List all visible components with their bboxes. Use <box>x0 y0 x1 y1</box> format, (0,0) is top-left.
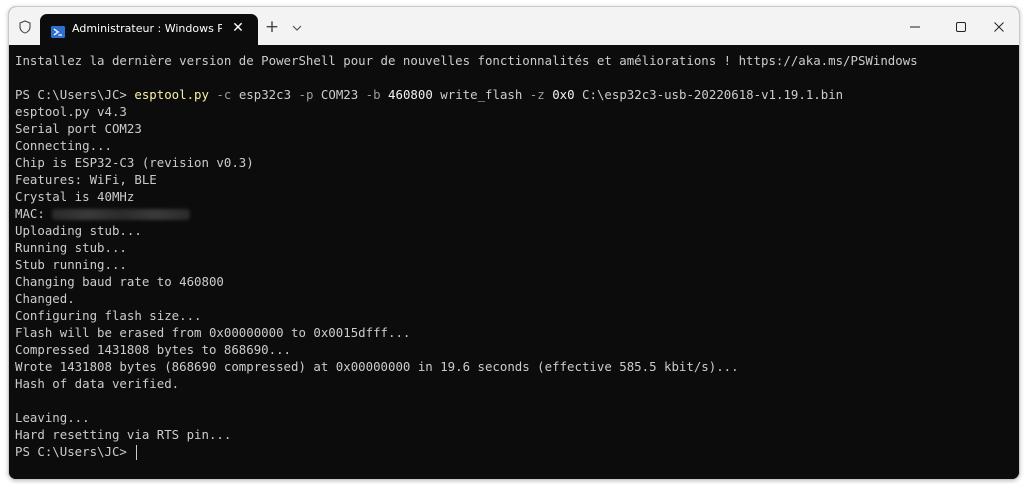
command-value: 460800 <box>380 87 433 102</box>
tab-title: Administrateur : Windows PowerShell <box>72 22 222 35</box>
minimize-icon[interactable] <box>893 11 937 41</box>
command-value: esp32c3 <box>231 87 292 102</box>
output-line: Chip is ESP32-C3 (revision v0.3) <box>15 155 254 170</box>
shield-icon <box>18 19 32 34</box>
output-line: Features: WiFi, BLE <box>15 172 157 187</box>
output-line: Flash will be erased from 0x00000000 to … <box>15 325 411 340</box>
terminal-window: Administrateur : Windows PowerShell ✕ + … <box>8 6 1020 480</box>
output-line: Hard resetting via RTS pin... <box>15 427 232 442</box>
output-line: Leaving... <box>15 410 90 425</box>
output-line: Uploading stub... <box>15 223 142 238</box>
command-param: -b <box>358 87 381 102</box>
terminal-output[interactable]: Installez la dernière version de PowerSh… <box>9 45 1019 479</box>
powershell-icon <box>51 23 65 38</box>
command-line: PS C:\Users\JC> esptool.py -c esp32c3 -p… <box>15 86 843 103</box>
output-line: Changing baud rate to 460800 <box>15 274 224 289</box>
command-param: -z <box>522 87 545 102</box>
command-value: COM23 <box>313 87 359 102</box>
output-line: Compressed 1431808 bytes to 868690... <box>15 342 292 357</box>
output-line: Changed. <box>15 291 75 306</box>
output-line: Running stub... <box>15 240 127 255</box>
plus-icon[interactable]: + <box>263 18 281 36</box>
text-cursor <box>136 445 138 460</box>
output-line: Wrote 1431808 bytes (868690 compressed) … <box>15 359 739 374</box>
output-line: Stub running... <box>15 257 127 272</box>
output-line: Serial port COM23 <box>15 121 142 136</box>
prompt: PS C:\Users\JC> <box>15 444 135 459</box>
prompt: PS C:\Users\JC> <box>15 87 135 102</box>
command-value: C:\esp32c3-usb-20220618-v1.19.1.bin <box>574 87 844 102</box>
mac-label: MAC: <box>15 206 53 221</box>
final-prompt-line[interactable]: PS C:\Users\JC> <box>15 443 138 460</box>
command-value: write_flash <box>432 87 523 102</box>
close-window-icon[interactable] <box>977 11 1019 41</box>
command-exe: esptool.py <box>134 87 209 102</box>
title-bar: Administrateur : Windows PowerShell ✕ + <box>9 7 1019 45</box>
command-value: 0x0 <box>544 87 575 102</box>
tab-powershell[interactable]: Administrateur : Windows PowerShell ✕ <box>40 14 258 45</box>
close-icon[interactable]: ✕ <box>230 20 246 36</box>
output-line: Hash of data verified. <box>15 376 180 391</box>
command-param: -c <box>208 87 232 102</box>
output-line: Crystal is 40MHz <box>15 189 135 204</box>
mac-line: MAC: <box>15 205 191 222</box>
output-line: Configuring flash size... <box>15 308 202 323</box>
redacted-mac-address <box>52 209 191 220</box>
command-param: -p <box>291 87 314 102</box>
banner-line: Installez la dernière version de PowerSh… <box>15 53 918 68</box>
output-line: Connecting... <box>15 138 112 153</box>
chevron-down-icon[interactable] <box>290 20 304 34</box>
output-line: esptool.py v4.3 <box>15 104 127 119</box>
